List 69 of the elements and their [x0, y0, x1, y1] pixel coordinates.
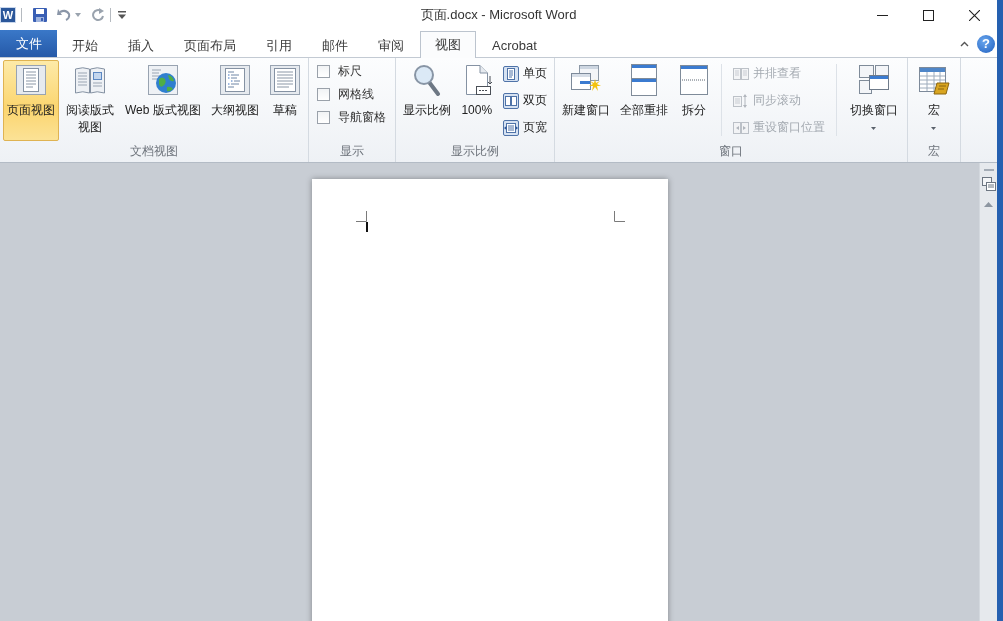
ribbon-button[interactable]: 拆分: [673, 60, 714, 141]
ribbon-tab[interactable]: 审阅: [363, 32, 419, 58]
corner-mark-icon: [355, 211, 367, 222]
page-icon: [15, 64, 47, 96]
outline-page-icon: [218, 64, 251, 96]
ribbon-small-button[interactable]: 双页: [498, 87, 551, 114]
switch-windows-icon: [857, 64, 890, 96]
customize-menu-icon[interactable]: [118, 11, 126, 19]
minimize-icon: [876, 14, 888, 16]
ruler-toggle-icon[interactable]: [981, 177, 996, 191]
split-window-icon: [677, 64, 710, 96]
ribbon-tab[interactable]: 插入: [113, 32, 169, 58]
page-width-icon: [502, 119, 519, 136]
ribbon-button[interactable]: 阅读版式视图: [61, 60, 119, 141]
corner-mark-icon: [613, 211, 625, 222]
checkbox[interactable]: [316, 111, 330, 124]
ribbon-tab[interactable]: Acrobat: [477, 32, 552, 58]
single-page-icon: [502, 65, 519, 82]
ribbon-small-button[interactable]: 单页: [498, 60, 551, 87]
lined-page-icon: [268, 64, 301, 96]
caret-icon[interactable]: [75, 13, 81, 17]
split-handle[interactable]: [983, 169, 994, 171]
checkbox-option[interactable]: 网格线: [316, 83, 386, 106]
ribbon-button[interactable]: 新建窗口: [557, 60, 614, 141]
caret-icon: [931, 127, 937, 130]
checkbox-option[interactable]: 导航窗格: [316, 106, 386, 129]
undo-icon[interactable]: [57, 8, 71, 22]
macro-table-icon: [917, 64, 950, 96]
ribbon-button[interactable]: 全部重排: [615, 60, 672, 141]
group-label: 文档视图: [128, 143, 179, 160]
reset-windows-icon: [732, 119, 749, 136]
ribbon-button[interactable]: Web 版式视图: [121, 60, 205, 141]
checkbox[interactable]: [316, 88, 330, 101]
save-icon[interactable]: [32, 7, 48, 23]
side-by-side-icon: [732, 65, 749, 82]
ribbon-small-button[interactable]: 页宽: [498, 114, 551, 141]
open-book-icon: [74, 64, 106, 96]
group-label: 宏: [926, 143, 941, 160]
group-label: 显示: [338, 143, 365, 160]
chevron-up-icon: [959, 40, 969, 47]
ribbon-button[interactable]: 页面视图: [3, 60, 59, 141]
ribbon-button[interactable]: 大纲视图: [206, 60, 263, 141]
ribbon-button[interactable]: 切换窗口: [843, 60, 904, 141]
checkbox-option[interactable]: 标尺: [316, 60, 386, 83]
group-label: 窗口: [717, 143, 744, 160]
ribbon-tab[interactable]: 引用: [251, 32, 307, 58]
group-label: 显示比例: [449, 143, 500, 160]
app-icon[interactable]: W: [0, 7, 16, 23]
ribbon-button[interactable]: 宏: [910, 60, 957, 141]
scroll-up-arrow-icon[interactable]: [984, 202, 993, 207]
text-cursor-icon: [365, 222, 368, 232]
window-title: 页面.docx - Microsoft Word: [420, 6, 577, 24]
ribbon-button[interactable]: 100%: [456, 60, 497, 141]
globe-page-icon: [146, 64, 179, 96]
redo-icon[interactable]: [92, 8, 105, 22]
ribbon-tab[interactable]: 开始: [57, 32, 113, 58]
ribbon-button[interactable]: 显示比例: [398, 60, 455, 141]
vertical-scrollbar[interactable]: [979, 163, 997, 621]
ribbon-tab[interactable]: 页面布局: [169, 32, 251, 58]
close-icon: [968, 9, 980, 21]
ribbon-tab[interactable]: 视图: [420, 31, 476, 58]
caret-icon: [871, 127, 877, 130]
ribbon-tab[interactable]: 邮件: [307, 32, 363, 58]
maximize-icon: [922, 9, 934, 21]
two-pages-icon: [502, 92, 519, 109]
sync-scroll-icon: [732, 92, 749, 109]
checkbox[interactable]: [316, 65, 330, 78]
file-tab[interactable]: 文件: [0, 30, 57, 57]
ribbon-button[interactable]: 草稿: [264, 60, 305, 141]
